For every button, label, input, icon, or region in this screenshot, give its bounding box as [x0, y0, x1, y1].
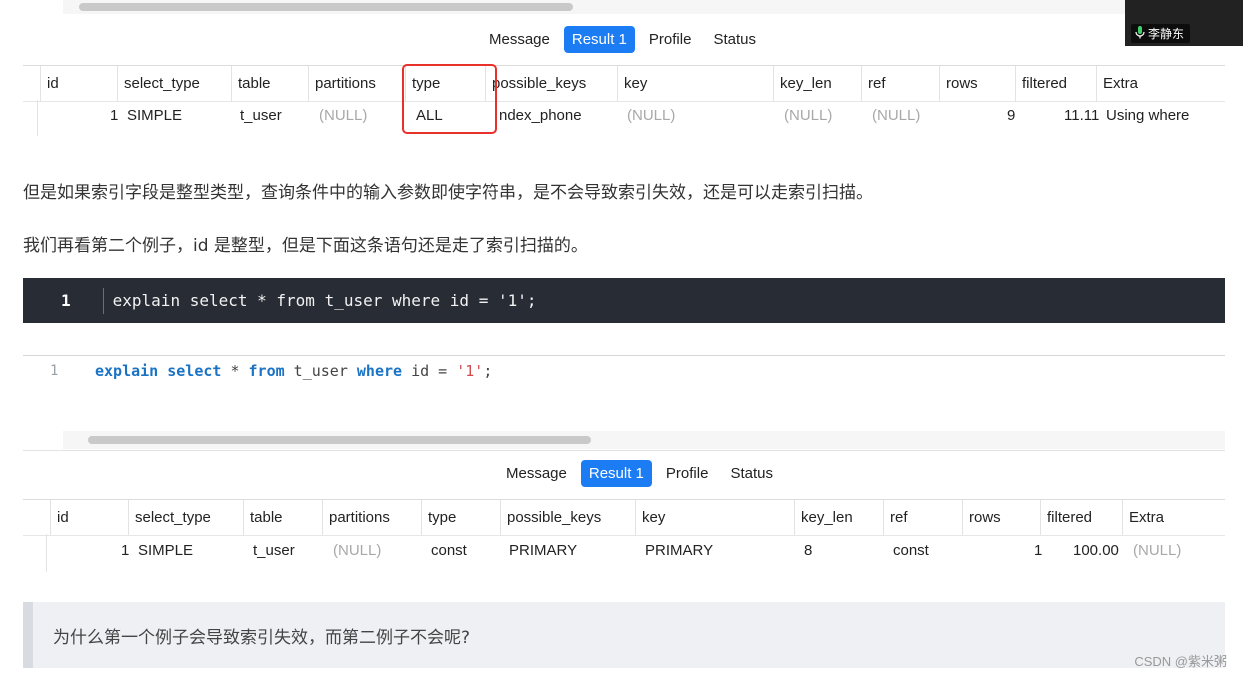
- table-row[interactable]: 1 SIMPLE t_user (NULL) const PRIMARY PRI…: [46, 534, 1225, 572]
- cell-possible-keys: PRIMARY: [509, 542, 578, 559]
- paragraph-1: 但是如果索引字段是整型类型，查询条件中的输入参数即使字符串，是不会导致索引失效，…: [23, 183, 873, 203]
- col-header-rows[interactable]: rows: [962, 500, 1001, 535]
- tok-end: ;: [483, 362, 493, 380]
- col-header-id[interactable]: id: [40, 66, 59, 101]
- cell-ref: const: [893, 542, 929, 559]
- cell-table: t_user: [253, 542, 295, 559]
- tab-message[interactable]: Message: [481, 26, 558, 53]
- cell-rows: 1: [1034, 542, 1043, 559]
- col-header-key[interactable]: key: [617, 66, 647, 101]
- col-header-id[interactable]: id: [50, 500, 69, 535]
- kw-from: from: [248, 362, 285, 380]
- cell-key-len: 8: [804, 542, 813, 559]
- blockquote: 为什么第一个例子会导致索引失效，而第二例子不会呢?: [23, 602, 1225, 668]
- tok-cond: id =: [402, 362, 457, 380]
- participant-label: 李静东: [1131, 24, 1191, 43]
- video-call-tile[interactable]: 李静东: [1125, 0, 1243, 46]
- col-header-table[interactable]: table: [231, 66, 271, 101]
- col-header-ref[interactable]: ref: [861, 66, 886, 101]
- code-line: explain select * from t_user where id = …: [103, 291, 537, 310]
- col-header-select-type[interactable]: select_type: [128, 500, 211, 535]
- col-header-partitions[interactable]: partitions: [308, 66, 376, 101]
- col-header-ref[interactable]: ref: [883, 500, 908, 535]
- col-header-possible-keys[interactable]: possible_keys: [500, 500, 601, 535]
- cell-possible-keys: ndex_phone: [499, 107, 582, 124]
- tab-status[interactable]: Status: [722, 460, 781, 487]
- col-header-extra[interactable]: Extra: [1096, 66, 1206, 101]
- tab-message[interactable]: Message: [498, 460, 575, 487]
- cell-rows: 9: [1007, 107, 1016, 124]
- editor-scrollbar[interactable]: [63, 431, 1225, 449]
- table-row[interactable]: 1 SIMPLE t_user (NULL) ALL ndex_phone (N…: [37, 100, 1225, 136]
- col-header-extra[interactable]: Extra: [1122, 500, 1222, 535]
- cell-table: t_user: [240, 107, 282, 124]
- scrollbar-thumb[interactable]: [79, 3, 573, 11]
- result-panel-1: Message Result 1 Profile Status id selec…: [23, 0, 1225, 142]
- tab-status[interactable]: Status: [705, 26, 764, 53]
- tok-star: *: [221, 362, 249, 380]
- col-header-type[interactable]: type: [421, 500, 456, 535]
- grid-header: id select_type table partitions type pos…: [23, 499, 1225, 536]
- result-tabs: Message Result 1 Profile Status: [495, 460, 784, 487]
- result-panel-2: Message Result 1 Profile Status id selec…: [23, 450, 1225, 576]
- kw-explain: explain: [95, 362, 159, 380]
- cell-filtered: 11.11: [1064, 107, 1100, 124]
- cell-type: const: [431, 542, 467, 559]
- paragraph-2: 我们再看第二个例子，id 是整型，但是下面这条语句还是走了索引扫描的。: [23, 236, 588, 256]
- grid-header: id select_type table partitions type pos…: [23, 65, 1225, 102]
- col-header-table[interactable]: table: [243, 500, 283, 535]
- tok-table: t_user: [284, 362, 357, 380]
- col-header-filtered[interactable]: filtered: [1015, 66, 1067, 101]
- col-header-partitions[interactable]: partitions: [322, 500, 390, 535]
- cell-extra: Using where: [1106, 107, 1190, 124]
- cell-id: 1: [110, 107, 119, 124]
- col-header-select-type[interactable]: select_type: [117, 66, 200, 101]
- col-header-key[interactable]: key: [635, 500, 665, 535]
- quote-text: 为什么第一个例子会导致索引失效，而第二例子不会呢?: [53, 628, 471, 648]
- mic-icon: [1135, 25, 1145, 42]
- cell-extra: (NULL): [1133, 542, 1182, 559]
- col-header-filtered[interactable]: filtered: [1040, 500, 1092, 535]
- cell-id: 1: [121, 542, 130, 559]
- watermark: CSDN @紫米粥: [1134, 654, 1227, 669]
- result-tabs: Message Result 1 Profile Status: [478, 26, 767, 53]
- cell-key: (NULL): [627, 107, 676, 124]
- tab-result-1[interactable]: Result 1: [563, 26, 635, 53]
- col-header-key-len[interactable]: key_len: [773, 66, 832, 101]
- code-line-number: 1: [61, 291, 71, 310]
- kw-where: where: [356, 362, 403, 380]
- code-block: 1 explain select * from t_user where id …: [23, 278, 1225, 323]
- result-grid: id select_type table partitions type pos…: [23, 499, 1225, 576]
- cell-key-len: (NULL): [784, 107, 833, 124]
- editor-line-number: 1: [50, 363, 59, 379]
- sql-editor[interactable]: 1 explain select * from t_user where id …: [23, 355, 1225, 451]
- editor-code-line[interactable]: explain select * from t_user where id = …: [95, 362, 492, 380]
- cell-key: PRIMARY: [645, 542, 714, 559]
- cell-select-type: SIMPLE: [138, 542, 194, 559]
- participant-name: 李静东: [1148, 27, 1185, 41]
- tab-result-1[interactable]: Result 1: [580, 460, 652, 487]
- cell-partitions: (NULL): [319, 107, 368, 124]
- col-header-possible-keys[interactable]: possible_keys: [485, 66, 586, 101]
- cell-filtered: 100.00: [1073, 542, 1119, 559]
- tab-profile[interactable]: Profile: [641, 26, 700, 53]
- cell-select-type: SIMPLE: [127, 107, 183, 124]
- tok-value: '1': [456, 362, 484, 380]
- cell-ref: (NULL): [872, 107, 921, 124]
- kw-select: select: [167, 362, 222, 380]
- highlight-box: [402, 64, 497, 134]
- tab-profile[interactable]: Profile: [658, 460, 717, 487]
- horizontal-scrollbar[interactable]: [63, 0, 1225, 14]
- code-text: explain select * from t_user where id = …: [112, 291, 537, 310]
- scrollbar-thumb[interactable]: [88, 436, 591, 444]
- result-grid: id select_type table partitions type pos…: [23, 65, 1225, 142]
- col-header-key-len[interactable]: key_len: [794, 500, 853, 535]
- col-header-rows[interactable]: rows: [939, 66, 978, 101]
- cell-partitions: (NULL): [333, 542, 382, 559]
- editor-gutter: 1: [23, 356, 63, 451]
